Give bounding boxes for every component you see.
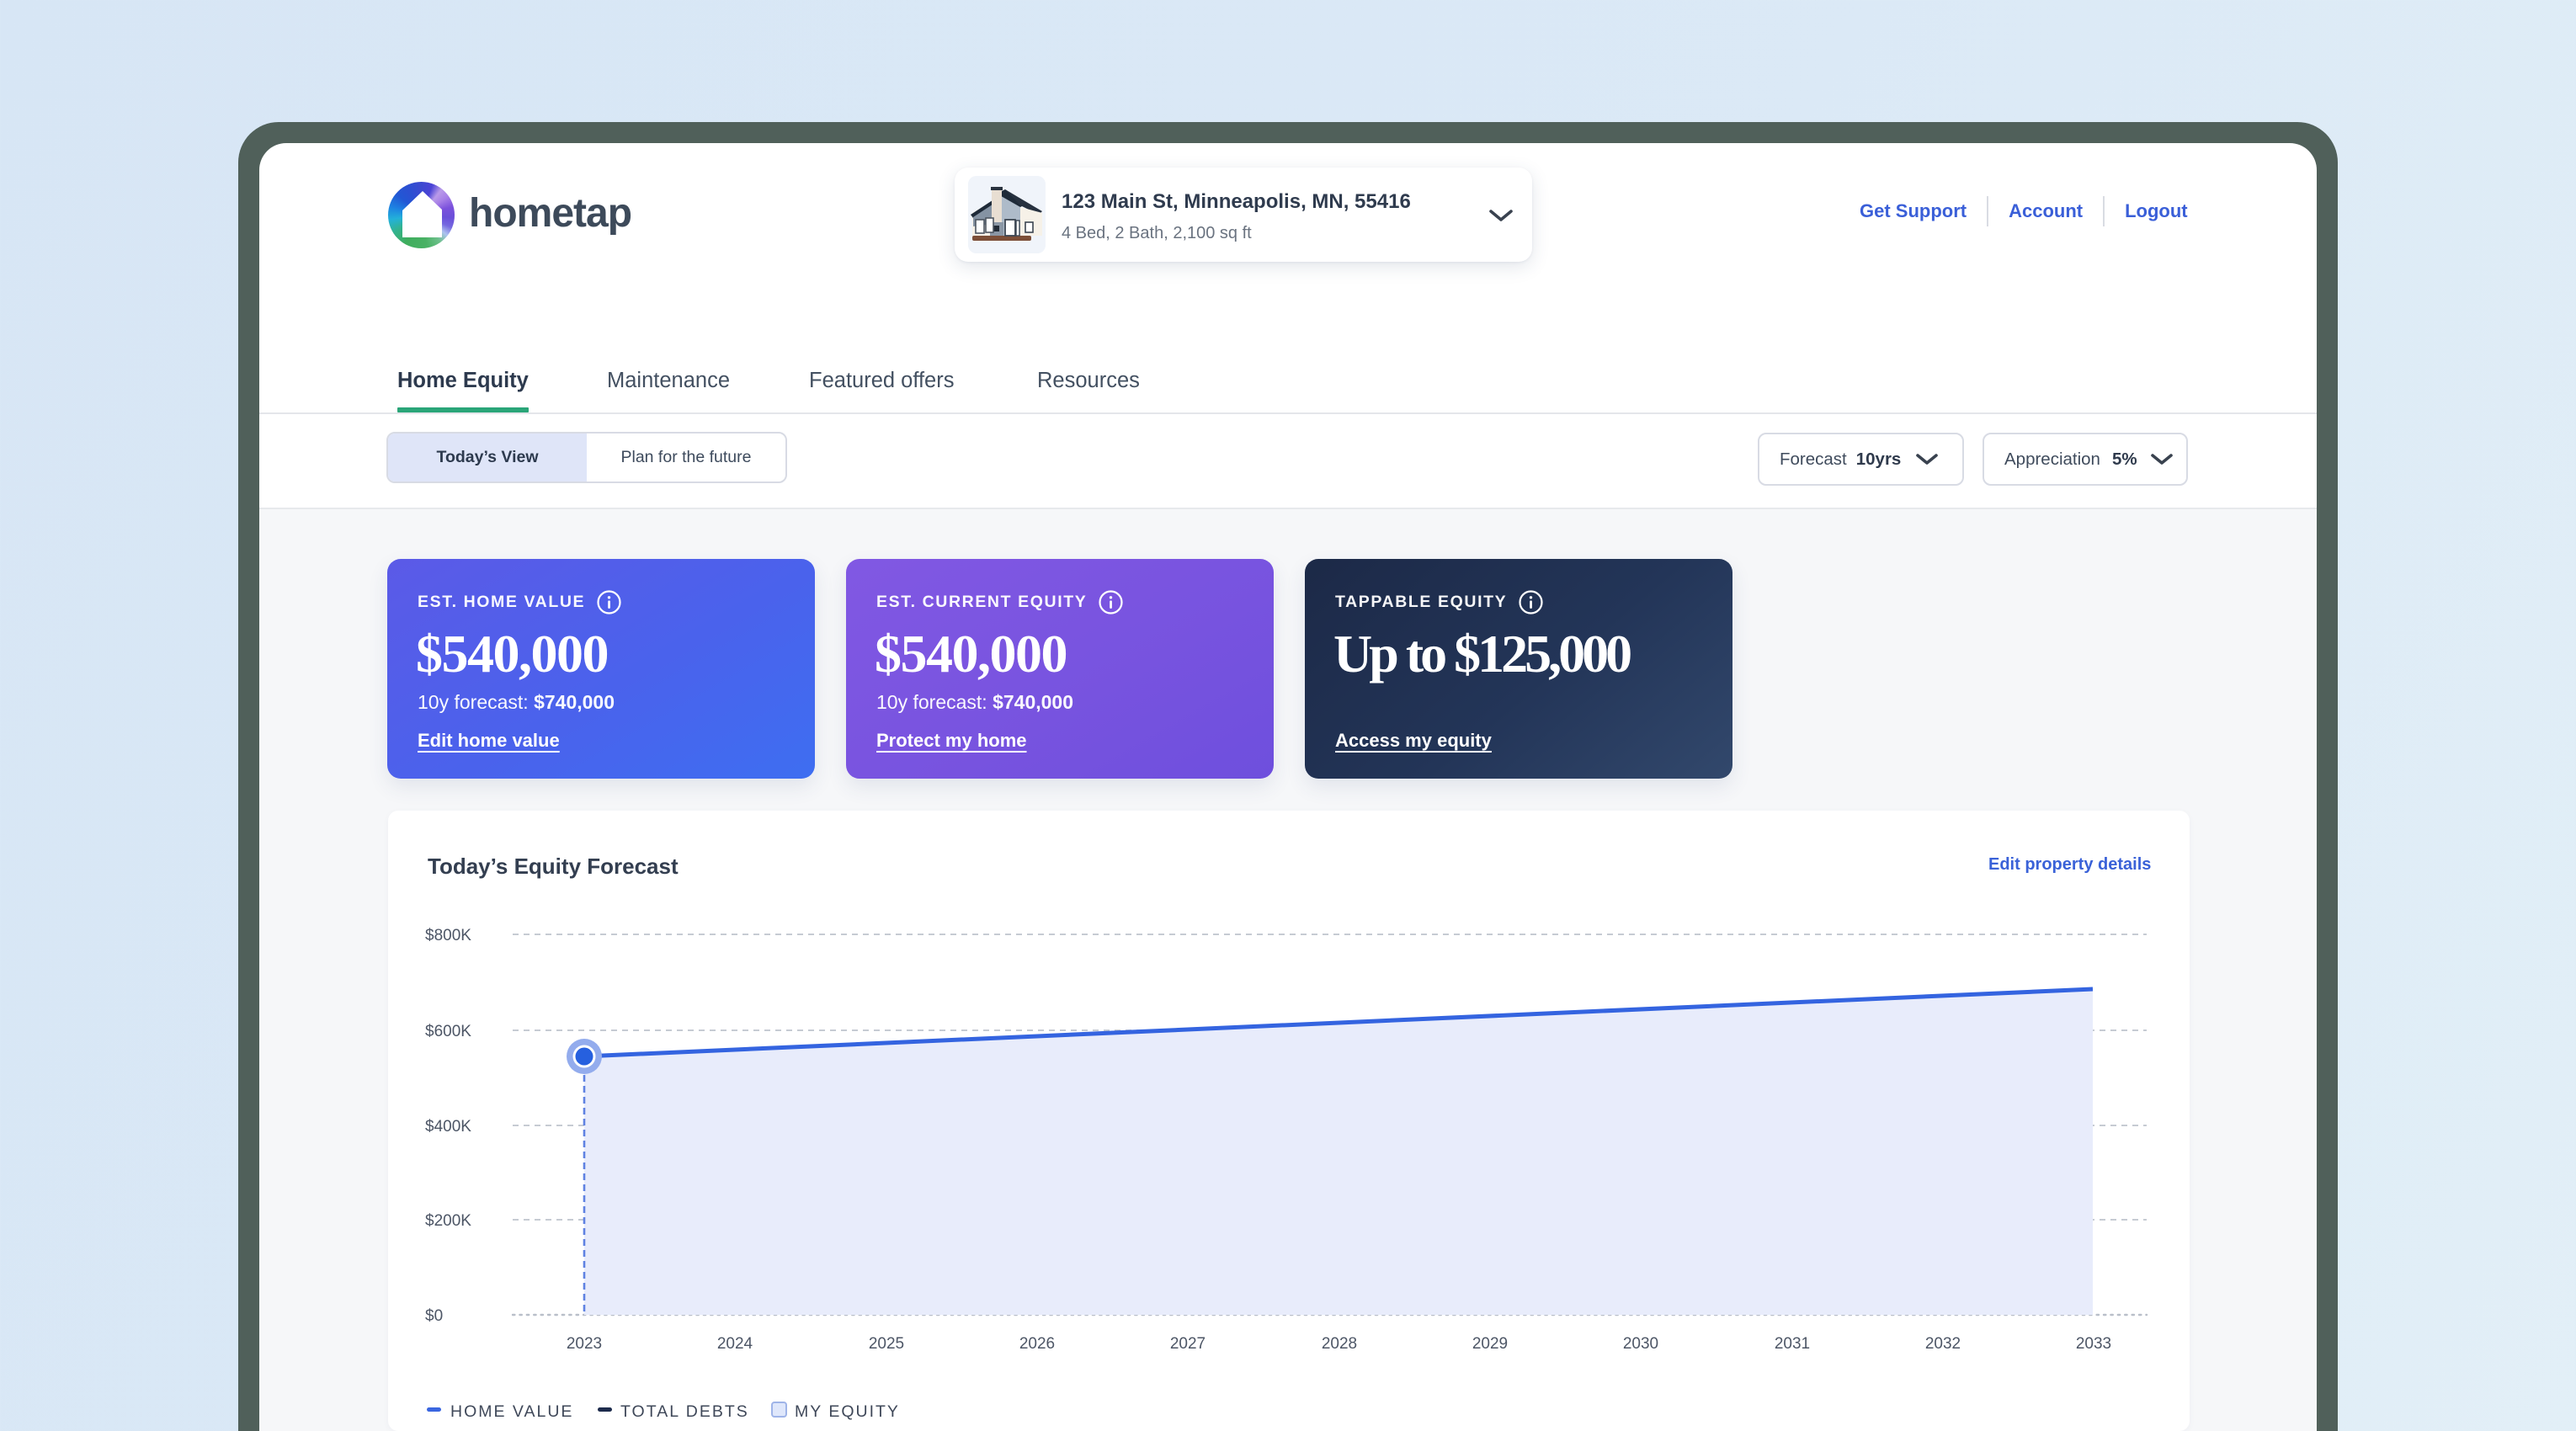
svg-text:2025: 2025: [869, 1335, 904, 1353]
svg-text:$200K: $200K: [425, 1212, 471, 1230]
svg-text:TOTAL DEBTS: TOTAL DEBTS: [620, 1402, 749, 1421]
svg-text:2024: 2024: [717, 1335, 753, 1353]
svg-text:2029: 2029: [1472, 1335, 1508, 1353]
svg-text:MY EQUITY: MY EQUITY: [795, 1402, 900, 1421]
svg-text:2028: 2028: [1322, 1335, 1357, 1353]
svg-text:2031: 2031: [1775, 1335, 1810, 1353]
svg-text:$0: $0: [425, 1307, 443, 1325]
svg-text:HOME VALUE: HOME VALUE: [450, 1402, 573, 1421]
svg-text:$800K: $800K: [425, 927, 471, 944]
svg-text:$600K: $600K: [425, 1023, 471, 1040]
svg-text:2030: 2030: [1623, 1335, 1658, 1353]
svg-text:2032: 2032: [1925, 1335, 1961, 1353]
svg-text:2033: 2033: [2076, 1335, 2111, 1353]
svg-text:$400K: $400K: [425, 1118, 471, 1136]
svg-text:2027: 2027: [1170, 1335, 1206, 1353]
svg-text:2023: 2023: [567, 1335, 602, 1353]
svg-text:2026: 2026: [1019, 1335, 1055, 1353]
